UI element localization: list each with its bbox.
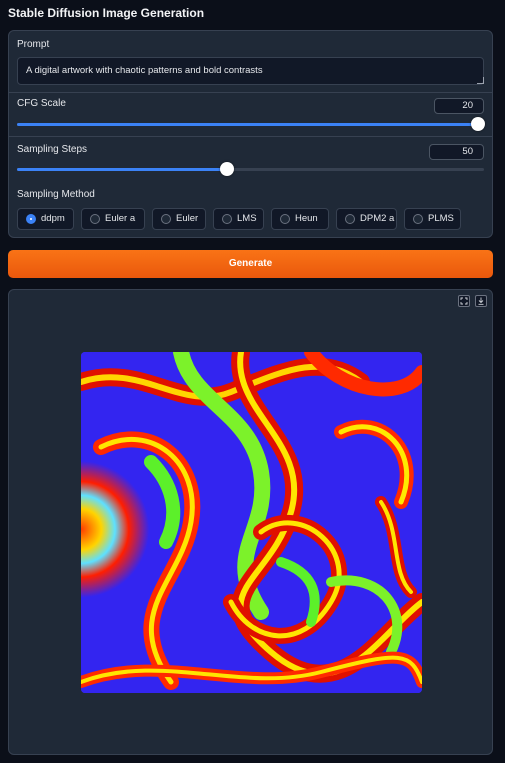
generate-button[interactable]: Generate	[8, 250, 493, 278]
sampling-steps-slider-fill	[17, 168, 228, 171]
radio-option-label: DPM2 a	[360, 213, 395, 224]
cfg-scale-number-input[interactable]: 20	[434, 98, 484, 114]
download-icon[interactable]	[475, 295, 487, 307]
sampling-method-option-ddpm[interactable]: ddpm	[17, 208, 74, 230]
cfg-scale-slider[interactable]	[17, 117, 485, 131]
sampling-method-option-euler[interactable]: Euler	[152, 208, 206, 230]
resize-handle-icon[interactable]	[477, 77, 484, 84]
controls-panel: Prompt A digital artwork with chaotic pa…	[8, 30, 493, 238]
radio-indicator-icon	[222, 214, 232, 224]
radio-indicator-icon	[90, 214, 100, 224]
divider	[9, 136, 492, 137]
sampling-method-option-lms[interactable]: LMS	[213, 208, 264, 230]
radio-option-label: PLMS	[428, 213, 454, 224]
radio-option-label: ddpm	[41, 213, 65, 224]
cfg-scale-label: CFG Scale	[17, 98, 66, 109]
sampling-method-option-dpm2-a[interactable]: DPM2 a	[336, 208, 397, 230]
app-title: Stable Diffusion Image Generation	[8, 6, 205, 20]
generated-artwork	[81, 352, 422, 693]
sampling-method-option-heun[interactable]: Heun	[271, 208, 329, 230]
radio-option-label: Euler a	[105, 213, 136, 224]
radio-indicator-icon	[345, 214, 355, 224]
output-image-panel	[8, 289, 493, 755]
sampling-method-option-euler-a[interactable]: Euler a	[81, 208, 145, 230]
sampling-method-option-plms[interactable]: PLMS	[404, 208, 461, 230]
divider	[9, 92, 492, 93]
radio-option-label: Heun	[295, 213, 318, 224]
radio-indicator-icon	[280, 214, 290, 224]
fullscreen-icon[interactable]	[458, 295, 470, 307]
sampling-steps-slider[interactable]	[17, 162, 484, 176]
sampling-steps-label: Sampling Steps	[17, 144, 88, 155]
radio-option-label: LMS	[237, 213, 257, 224]
radio-indicator-icon	[413, 214, 423, 224]
radio-indicator-icon	[26, 214, 36, 224]
generated-image	[81, 352, 422, 693]
radio-indicator-icon	[161, 214, 171, 224]
radio-option-label: Euler	[176, 213, 199, 224]
cfg-scale-slider-fill	[17, 123, 478, 126]
cfg-scale-slider-thumb[interactable]	[471, 117, 485, 131]
prompt-input[interactable]: A digital artwork with chaotic patterns …	[17, 57, 484, 85]
sampling-steps-slider-thumb[interactable]	[220, 162, 235, 176]
sampling-steps-number-input[interactable]: 50	[429, 144, 484, 160]
prompt-label: Prompt	[17, 39, 50, 50]
sampling-method-label: Sampling Method	[17, 189, 95, 200]
